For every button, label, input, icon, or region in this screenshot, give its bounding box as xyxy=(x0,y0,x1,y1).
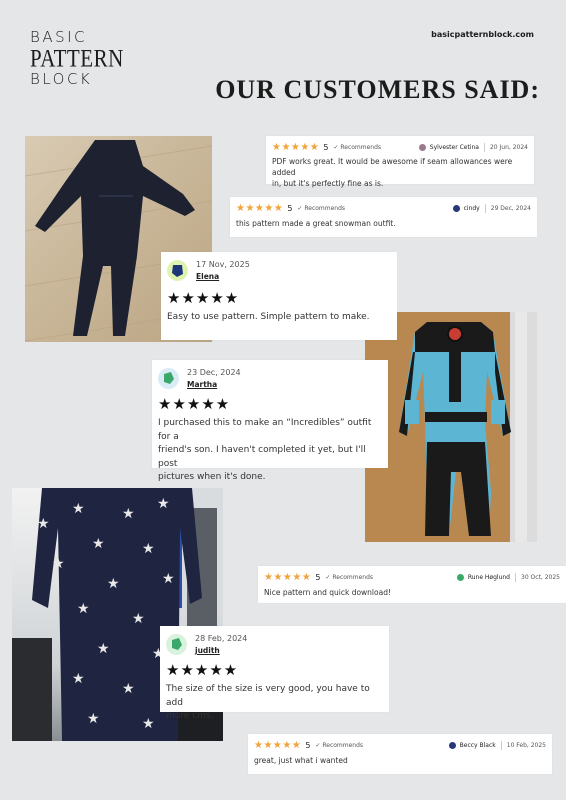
svg-text:★: ★ xyxy=(72,671,85,687)
review-card: ★★★★★ 5 ✓ Recommends Rune Høglund 30 Oct… xyxy=(258,566,566,603)
review-card: 23 Dec, 2024 Martha ★★★★★ I purchased th… xyxy=(152,360,388,482)
review-date: 29 Dec, 2024 xyxy=(490,204,531,212)
page-title: OUR CUSTOMERS SAID: xyxy=(215,75,540,104)
website-link[interactable]: basicpatternblock.com xyxy=(431,30,534,39)
star-rating: ★★★★★ xyxy=(254,739,302,751)
review-date: 30 Oct, 2025 xyxy=(521,573,560,581)
review-text: pictures when it's done. xyxy=(158,472,266,482)
star-rating: ★★★★★ xyxy=(158,395,231,413)
review-card: 17 Nov, 2025 Elena ★★★★★ Easy to use pat… xyxy=(161,252,397,340)
svg-text:★: ★ xyxy=(122,506,135,522)
photo-incredibles-suit xyxy=(365,312,537,542)
review-text: Nice pattern and quick download! xyxy=(264,588,391,597)
svg-text:★: ★ xyxy=(157,496,170,512)
star-rating: ★★★★★ xyxy=(264,571,312,583)
review-text: Easy to use pattern. Simple pattern to m… xyxy=(167,312,370,322)
review-header: ★★★★★ 5 ✓ Recommends Sylvester Cetina 20… xyxy=(272,140,528,154)
rating-value: 5 xyxy=(323,142,329,152)
avatar xyxy=(166,634,187,655)
review-header: ★★★★★ 5 ✓ Recommends Rune Høglund 30 Oct… xyxy=(264,570,560,584)
review-date: 17 Nov, 2025 xyxy=(196,260,250,269)
reviewer-name: cindy xyxy=(463,204,480,212)
reviewer-name[interactable]: judith xyxy=(195,646,247,655)
avatar xyxy=(456,573,464,581)
review-date: 28 Feb, 2024 xyxy=(195,634,248,643)
svg-text:★: ★ xyxy=(52,556,65,572)
rating-value: 5 xyxy=(315,572,321,582)
star-rating: ★★★★★ xyxy=(236,202,284,214)
review-text: great, just what i wanted xyxy=(254,756,348,765)
review-header: ★★★★★ 5 ✓ Recommends Beccy Black 10 Feb,… xyxy=(254,738,546,752)
reviewer-name: Beccy Black xyxy=(459,741,496,749)
svg-text:★: ★ xyxy=(162,571,175,587)
star-rating: ★★★★★ xyxy=(167,289,240,307)
avatar xyxy=(158,368,179,389)
svg-text:★: ★ xyxy=(87,711,100,727)
rating-value: 5 xyxy=(287,203,293,213)
svg-text:★: ★ xyxy=(77,601,90,617)
review-date: 20 Jun, 2024 xyxy=(489,143,528,151)
reviewer-name: Sylvester Cetina xyxy=(429,143,479,151)
recommends-badge: ✓ Recommends xyxy=(325,573,374,581)
review-card: ★★★★★ 5 ✓ Recommends cindy 29 Dec, 2024 … xyxy=(230,197,537,237)
svg-text:★: ★ xyxy=(97,641,110,657)
svg-text:★: ★ xyxy=(72,501,85,517)
svg-text:★: ★ xyxy=(132,611,145,627)
star-rating: ★★★★★ xyxy=(166,661,239,679)
review-card: ★★★★★ 5 ✓ Recommends Sylvester Cetina 20… xyxy=(266,136,534,188)
review-text: PDF works great. It would be awesome if … xyxy=(272,157,513,177)
review-card: ★★★★★ 5 ✓ Recommends Beccy Black 10 Feb,… xyxy=(248,734,552,774)
reviewer-name: Rune Høglund xyxy=(467,573,510,581)
review-header: ★★★★★ 5 ✓ Recommends cindy 29 Dec, 2024 xyxy=(236,201,531,215)
logo-line-2: PATTERN xyxy=(30,43,124,73)
star-rating: ★★★★★ xyxy=(272,141,320,153)
logo-line-3: BLOCK xyxy=(30,70,93,88)
review-text: I purchased this to make an “Incredibles… xyxy=(158,418,372,442)
svg-text:★: ★ xyxy=(142,716,155,732)
svg-text:★: ★ xyxy=(122,681,135,697)
reviewer-name[interactable]: Martha xyxy=(187,380,241,389)
svg-text:★: ★ xyxy=(107,576,120,592)
review-text: in, but it's perfectly fine as is. xyxy=(272,178,384,188)
rating-value: 5 xyxy=(305,740,311,750)
avatar xyxy=(452,204,460,212)
brand-logo: BASIC PATTERN BLOCK xyxy=(30,30,124,88)
recommends-badge: ✓ Recommends xyxy=(333,143,382,151)
review-text: friend's son. I haven't completed it yet… xyxy=(158,445,366,469)
review-text: The size of the size is very good, you h… xyxy=(166,684,370,708)
review-text: more cms. xyxy=(166,711,214,721)
recommends-badge: ✓ Recommends xyxy=(297,204,346,212)
review-text: this pattern made a great snowman outfit… xyxy=(236,219,396,228)
reviewer-name[interactable]: Elena xyxy=(196,272,250,281)
avatar xyxy=(448,741,456,749)
svg-text:★: ★ xyxy=(37,516,50,532)
review-date: 10 Feb, 2025 xyxy=(506,741,546,749)
review-date: 23 Dec, 2024 xyxy=(187,368,241,377)
avatar xyxy=(167,260,188,281)
recommends-badge: ✓ Recommends xyxy=(315,741,364,749)
review-card: 28 Feb, 2024 judith ★★★★★ The size of th… xyxy=(160,626,389,721)
svg-text:★: ★ xyxy=(92,536,105,552)
svg-text:★: ★ xyxy=(142,541,155,557)
avatar xyxy=(418,143,426,151)
